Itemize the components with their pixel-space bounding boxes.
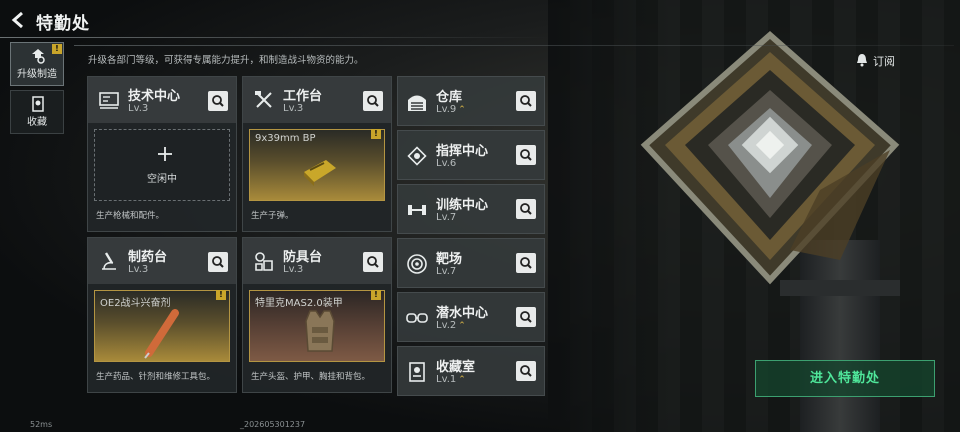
subscribe-label: 订阅 (873, 55, 895, 68)
crafting-item-name: OE2战斗兴奋剂 (100, 298, 171, 309)
collection-room-icon (409, 362, 425, 382)
card-name: 训练中心 (436, 198, 489, 213)
target-icon (407, 254, 427, 274)
card-diving-center[interactable]: 潜水中心 Lv.2 ⌃ (397, 292, 545, 342)
search-icon[interactable] (516, 307, 536, 327)
card-armor-bench[interactable]: 防具台 Lv.3 特里克MAS2.0装甲 ! 生产头盔、护甲、胸挂和背包。 (242, 237, 392, 393)
ready-badge: ! (371, 129, 381, 139)
craft-slot-idle[interactable]: 空闲中 (94, 129, 230, 201)
card-name: 收藏室 (436, 360, 476, 375)
enter-facility-button[interactable]: 进入特勤处 (755, 360, 935, 397)
microscope-icon (102, 252, 116, 270)
card-level: Lv.3 (283, 103, 304, 114)
craft-slot-active[interactable]: OE2战斗兴奋剂 ! (94, 290, 230, 362)
card-collection-room[interactable]: 收藏室 Lv.1 ⌃ (397, 346, 545, 396)
card-footer: 生产头盔、护甲、胸挂和背包。 (251, 372, 371, 382)
nav-label: 收藏 (27, 117, 47, 128)
card-level: Lv.3 (128, 264, 149, 275)
search-icon[interactable] (516, 199, 536, 219)
craft-slot-active[interactable]: 特里克MAS2.0装甲 ! (249, 290, 385, 362)
card-name: 防具台 (283, 250, 323, 265)
card-pharmacy[interactable]: 制药台 Lv.3 OE2战斗兴奋剂 ! 生产药品、针剂和维修工具包。 (87, 237, 237, 393)
card-name: 指挥中心 (436, 144, 489, 159)
card-footer: 生产枪械和配件。 (96, 211, 165, 221)
crafting-item-name: 9x39mm BP (255, 133, 316, 144)
upgrade-icon (32, 49, 45, 64)
nav-item-upgrade-craft[interactable]: ! 升级制造 (10, 42, 64, 86)
page-title: 特勤处 (36, 14, 90, 34)
upgrade-arrow-icon: ⌃ (458, 375, 466, 385)
card-name: 仓库 (436, 90, 463, 105)
nav-label: 升级制造 (17, 69, 57, 80)
bell-icon (857, 54, 867, 67)
ammo-box-icon (304, 160, 336, 186)
card-level: Lv.7 (436, 266, 457, 277)
dumbbell-icon (408, 205, 426, 215)
description-divider (74, 45, 954, 46)
nav-badge: ! (52, 44, 62, 54)
idle-label: 空闲中 (147, 174, 177, 185)
card-tech-center[interactable]: 技术中心 Lv.3 空闲中 生产枪械和配件。 (87, 76, 237, 232)
card-level: Lv.7 (436, 212, 457, 223)
card-shooting-range[interactable]: 靶场 Lv.7 (397, 238, 545, 288)
search-icon[interactable] (208, 91, 228, 111)
card-level: Lv.2 ⌃ (436, 320, 466, 331)
card-name: 制药台 (128, 250, 168, 265)
card-footer: 生产药品、针剂和维修工具包。 (96, 372, 216, 382)
diving-goggles-icon (406, 313, 428, 323)
card-footer: 生产子弹。 (251, 211, 294, 221)
upgrade-arrow-icon: ⌃ (458, 105, 466, 115)
page-description: 升级各部门等级，可获得专属能力提升，和制造战斗物资的能力。 (88, 55, 364, 66)
nav-item-collection[interactable]: 收藏 (10, 90, 64, 134)
card-command-center[interactable]: 指挥中心 Lv.6 (397, 130, 545, 180)
tech-center-icon (99, 92, 119, 109)
upgrade-arrow-icon: ⌃ (458, 321, 466, 331)
warehouse-icon (408, 95, 426, 111)
search-icon[interactable] (363, 252, 383, 272)
subscribe-button[interactable]: 订阅 (845, 49, 950, 71)
card-warehouse[interactable]: 仓库 Lv.9 ⌃ (397, 76, 545, 126)
card-name: 潜水中心 (436, 306, 489, 321)
card-workbench[interactable]: 工作台 Lv.3 9x39mm BP ! 生产子弹。 (242, 76, 392, 232)
back-arrow-icon[interactable] (8, 10, 28, 30)
ready-badge: ! (216, 290, 226, 300)
hammer-icon (255, 91, 272, 108)
search-icon[interactable] (363, 91, 383, 111)
syringe-icon (144, 309, 179, 359)
card-training-center[interactable]: 训练中心 Lv.7 (397, 184, 545, 234)
card-name: 靶场 (436, 252, 463, 267)
collection-icon (32, 96, 44, 112)
card-name: 技术中心 (128, 89, 181, 104)
status-bar: 52ms _202605301237 (30, 420, 305, 429)
command-center-icon (407, 146, 427, 166)
search-icon[interactable] (516, 253, 536, 273)
top-bar: 特勤处 (0, 0, 960, 40)
title-divider (0, 37, 548, 38)
card-level: Lv.9 ⌃ (436, 104, 466, 115)
search-icon[interactable] (516, 361, 536, 381)
ready-badge: ! (371, 290, 381, 300)
search-icon[interactable] (208, 252, 228, 272)
card-level: Lv.3 (128, 103, 149, 114)
session-id: _202605301237 (240, 420, 306, 429)
card-level: Lv.6 (436, 158, 457, 169)
card-name: 工作台 (283, 89, 323, 104)
search-icon[interactable] (516, 91, 536, 111)
body-armor-icon (305, 310, 335, 352)
armor-icon (255, 252, 273, 271)
plus-icon (158, 147, 172, 161)
card-level: Lv.3 (283, 264, 304, 275)
search-icon[interactable] (516, 145, 536, 165)
craft-slot-active[interactable]: 9x39mm BP ! (249, 129, 385, 201)
ping-value: 52ms (30, 420, 53, 429)
card-level: Lv.1 ⌃ (436, 374, 466, 385)
side-nav: ! 升级制造 收藏 (10, 42, 64, 138)
